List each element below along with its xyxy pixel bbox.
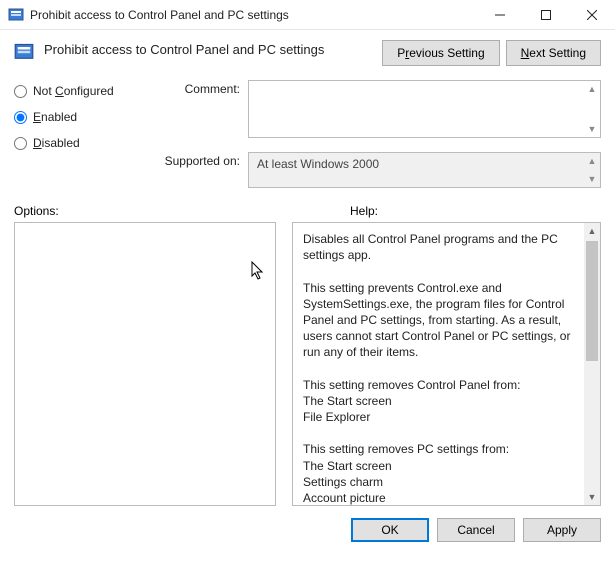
scroll-up-icon[interactable]: ▲	[585, 82, 599, 96]
radio-enabled-input[interactable]	[14, 111, 27, 124]
scroll-down-icon[interactable]: ▼	[585, 122, 599, 136]
radio-not-configured-input[interactable]	[14, 85, 27, 98]
help-pane[interactable]: Disables all Control Panel programs and …	[293, 223, 584, 505]
pane-labels: Options: Help:	[0, 198, 615, 222]
help-label: Help:	[350, 204, 378, 218]
supported-on-value: At least Windows 2000	[257, 157, 379, 171]
state-radio-group: Not Configured Enabled Disabled	[14, 80, 134, 188]
minimize-button[interactable]	[477, 0, 523, 30]
policy-icon	[8, 7, 24, 23]
panels: Disables all Control Panel programs and …	[0, 222, 615, 506]
radio-disabled[interactable]: Disabled	[14, 136, 134, 150]
titlebar: Prohibit access to Control Panel and PC …	[0, 0, 615, 30]
scroll-down-icon: ▼	[585, 172, 599, 186]
policy-heading: Prohibit access to Control Panel and PC …	[44, 40, 372, 57]
scroll-track[interactable]	[584, 239, 600, 489]
footer: OK Cancel Apply	[0, 506, 615, 552]
close-button[interactable]	[569, 0, 615, 30]
scroll-thumb[interactable]	[586, 241, 598, 361]
policy-icon-large	[14, 42, 34, 62]
comment-textarea[interactable]: ▲ ▼	[248, 80, 601, 138]
pane-divider[interactable]	[276, 222, 292, 506]
header: Prohibit access to Control Panel and PC …	[0, 30, 615, 80]
radio-label: Enabled	[33, 110, 77, 124]
help-pane-wrap: Disables all Control Panel programs and …	[292, 222, 601, 506]
options-label: Options:	[14, 204, 350, 218]
apply-button[interactable]: Apply	[523, 518, 601, 542]
window-title: Prohibit access to Control Panel and PC …	[30, 8, 477, 22]
scroll-up-icon[interactable]: ▲	[584, 223, 600, 239]
options-pane[interactable]	[14, 222, 276, 506]
maximize-button[interactable]	[523, 0, 569, 30]
cursor-icon	[251, 261, 265, 286]
supported-on-box: At least Windows 2000 ▲ ▼	[248, 152, 601, 188]
config-section: Not Configured Enabled Disabled Comment:…	[0, 80, 615, 198]
help-scrollbar[interactable]: ▲ ▼	[584, 223, 600, 505]
previous-setting-button[interactable]: Previous Setting	[382, 40, 499, 66]
radio-label: Not Configured	[33, 84, 114, 98]
radio-disabled-input[interactable]	[14, 137, 27, 150]
radio-enabled[interactable]: Enabled	[14, 110, 134, 124]
radio-label: Disabled	[33, 136, 80, 150]
radio-not-configured[interactable]: Not Configured	[14, 84, 134, 98]
scroll-down-icon[interactable]: ▼	[584, 489, 600, 505]
scroll-up-icon: ▲	[585, 154, 599, 168]
ok-button[interactable]: OK	[351, 518, 429, 542]
cancel-button[interactable]: Cancel	[437, 518, 515, 542]
comment-label: Comment:	[150, 80, 240, 96]
supported-on-label: Supported on:	[150, 152, 240, 168]
next-setting-button[interactable]: Next Setting	[506, 40, 601, 66]
